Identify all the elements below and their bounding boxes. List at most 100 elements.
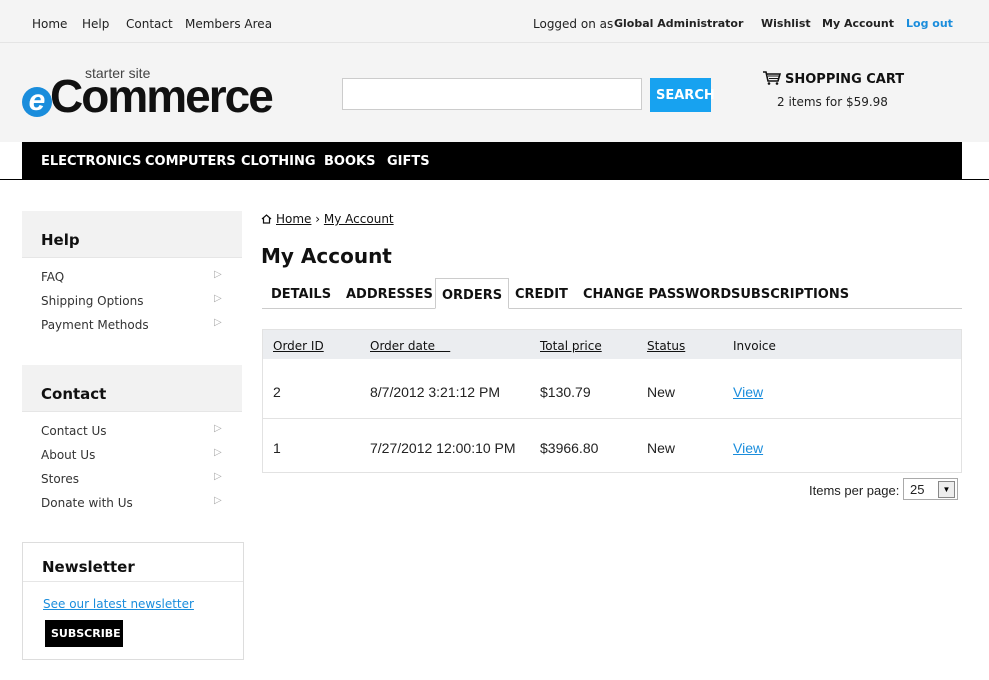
sidebar-help-links: FAQ ▷ Shipping Options ▷ Payment Methods ▷ <box>22 257 242 338</box>
column-total-price[interactable]: Total price <box>540 339 602 353</box>
total-price-cell: $130.79 <box>540 384 591 400</box>
sidebar-item-stores[interactable]: Stores ▷ <box>22 468 242 492</box>
sidebar-item-label: Shipping Options <box>41 294 144 308</box>
total-price-cell: $3966.80 <box>540 440 599 456</box>
tab-details[interactable]: DETAILS <box>271 278 331 308</box>
order-date-cell: 8/7/2012 3:21:12 PM <box>370 384 500 400</box>
cart-summary: 2 items for $59.98 <box>777 95 888 109</box>
newsletter-title: Newsletter <box>42 558 135 576</box>
chevron-right-icon: ▷ <box>214 269 222 280</box>
status-cell: New <box>647 440 676 456</box>
invoice-view-link[interactable]: View <box>733 384 763 400</box>
orders-table: Order ID Order date Total price Status I… <box>262 329 962 473</box>
sidebar-item-about-us[interactable]: About Us ▷ <box>22 444 242 468</box>
sidebar-item-donate[interactable]: Donate with Us ▷ <box>22 492 242 516</box>
column-order-date-label: Order date <box>370 339 435 353</box>
sidebar-item-label: About Us <box>41 448 96 462</box>
shopping-cart[interactable]: SHOPPING CART 2 items for $59.98 <box>763 71 904 109</box>
cart-title-row: SHOPPING CART <box>763 71 904 87</box>
sidebar-item-contact-us[interactable]: Contact Us ▷ <box>22 420 242 444</box>
chevron-right-icon: ▷ <box>214 447 222 458</box>
tab-change-password[interactable]: CHANGE PASSWORD <box>583 278 731 308</box>
search-button[interactable]: SEARCH <box>650 78 715 112</box>
logged-on-label: Logged on as <box>533 17 614 31</box>
chevron-right-icon: ▷ <box>214 423 222 434</box>
order-date-cell: 7/27/2012 12:00:10 PM <box>370 440 516 456</box>
sidebar-contact-links: Contact Us ▷ About Us ▷ Stores ▷ Donate wit… <box>22 411 242 516</box>
site-logo[interactable]: starter site e Commerce <box>22 61 282 122</box>
category-nav: ELECTRONICS COMPUTERS CLOTHING BOOKS GIF… <box>22 142 962 179</box>
sidebar-contact: Contact Contact Us ▷ About Us ▷ Stores ▷ Do… <box>22 365 242 516</box>
top-link-home[interactable]: Home <box>32 17 67 31</box>
invoice-view-link[interactable]: View <box>733 440 763 456</box>
tab-credit[interactable]: CREDIT <box>515 278 568 308</box>
sidebar-item-label: Payment Methods <box>41 318 149 332</box>
sidebar-item-payment-methods[interactable]: Payment Methods ▷ <box>22 314 242 338</box>
chevron-right-icon: ▷ <box>214 471 222 482</box>
sidebar-newsletter: Newsletter See our latest newsletter SUB… <box>22 542 244 660</box>
column-status[interactable]: Status <box>647 339 685 353</box>
status-cell: New <box>647 384 676 400</box>
table-row: 1 7/27/2012 12:00:10 PM $3966.80 New Vie… <box>263 419 961 474</box>
chevron-right-icon: ▷ <box>214 293 222 304</box>
logged-user-name: Global Administrator <box>614 17 744 30</box>
breadcrumb: Home › My Account <box>261 212 394 226</box>
sidebar-item-label: Donate with Us <box>41 496 133 510</box>
account-tabs: DETAILS ADDRESSES ORDERS CREDIT CHANGE P… <box>262 278 962 309</box>
tab-addresses[interactable]: ADDRESSES <box>346 278 433 308</box>
items-per-page-select[interactable]: 25 ▼ <box>903 478 958 500</box>
my-account-link[interactable]: My Account <box>822 17 894 30</box>
column-order-id[interactable]: Order ID <box>273 339 324 353</box>
sidebar-help-title: Help <box>41 231 80 249</box>
logout-link[interactable]: Log out <box>906 17 953 30</box>
breadcrumb-home[interactable]: Home <box>276 212 311 226</box>
nav-gifts[interactable]: GIFTS <box>387 154 430 169</box>
header: starter site e Commerce SEARCH SHOPPING C… <box>0 43 989 142</box>
nav-books[interactable]: BOOKS <box>324 154 375 169</box>
tab-subscriptions[interactable]: SUBSCRIPTIONS <box>731 278 849 308</box>
subscribe-button[interactable]: SUBSCRIBE <box>45 620 123 647</box>
nav-divider <box>0 179 989 180</box>
items-per-page-label: Items per page: <box>809 483 900 498</box>
cart-title: SHOPPING CART <box>785 72 905 87</box>
top-link-members-area[interactable]: Members Area <box>185 17 272 31</box>
top-bar: Home Help Contact Members Area Logged on… <box>0 0 989 43</box>
sidebar-item-label: Contact Us <box>41 424 107 438</box>
logo-e-mark: e <box>22 86 52 117</box>
breadcrumb-current[interactable]: My Account <box>324 212 394 226</box>
column-invoice: Invoice <box>733 339 776 353</box>
nav-clothing[interactable]: CLOTHING <box>241 154 316 169</box>
breadcrumb-separator: › <box>315 212 321 226</box>
sidebar-item-shipping-options[interactable]: Shipping Options ▷ <box>22 290 242 314</box>
table-header: Order ID Order date Total price Status I… <box>263 330 961 359</box>
sidebar-help: Help FAQ ▷ Shipping Options ▷ Payment Meth… <box>22 211 242 338</box>
logo-word-text: Commerce <box>50 70 274 122</box>
page-title: My Account <box>261 244 392 268</box>
sidebar-item-label: Stores <box>41 472 79 486</box>
top-link-help[interactable]: Help <box>82 17 109 31</box>
order-id-cell: 1 <box>273 440 281 456</box>
home-icon <box>261 214 272 224</box>
newsletter-link[interactable]: See our latest newsletter <box>43 597 194 611</box>
sidebar-item-label: FAQ <box>41 270 65 284</box>
top-link-contact[interactable]: Contact <box>126 17 173 31</box>
nav-electronics[interactable]: ELECTRONICS <box>41 154 141 169</box>
newsletter-header: Newsletter <box>23 543 243 582</box>
sidebar-contact-title: Contact <box>41 385 107 403</box>
items-per-page-value: 25 <box>910 482 925 497</box>
table-row: 2 8/7/2012 3:21:12 PM $130.79 New View <box>263 363 961 418</box>
column-order-date[interactable]: Order date <box>370 339 450 353</box>
chevron-right-icon: ▷ <box>214 317 222 328</box>
wishlist-link[interactable]: Wishlist <box>761 17 811 30</box>
sidebar-item-faq[interactable]: FAQ ▷ <box>22 266 242 290</box>
dropdown-arrow-icon[interactable]: ▼ <box>938 481 955 498</box>
tab-orders[interactable]: ORDERS <box>435 278 510 309</box>
sidebar-contact-header: Contact <box>22 365 242 411</box>
logo-wordmark: e Commerce <box>22 69 274 123</box>
nav-computers[interactable]: COMPUTERS <box>145 154 236 169</box>
order-id-cell: 2 <box>273 384 281 400</box>
sidebar-help-header: Help <box>22 211 242 257</box>
cart-icon <box>763 71 782 85</box>
chevron-right-icon: ▷ <box>214 495 222 506</box>
search-input[interactable] <box>342 78 642 110</box>
